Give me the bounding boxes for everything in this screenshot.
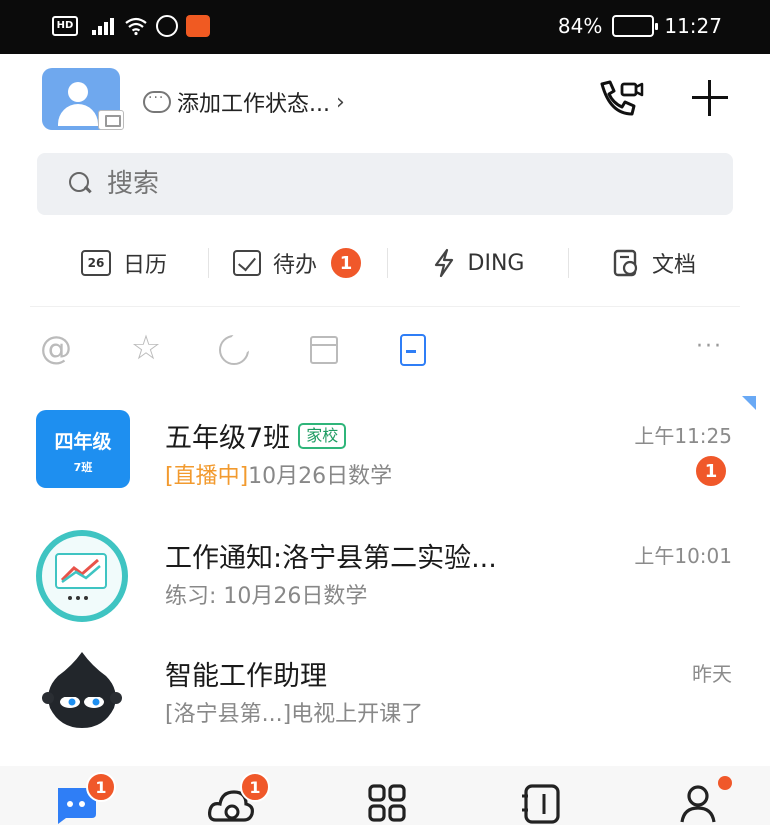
assistant-bot-avatar [42,652,122,728]
unread-badge: 1 [694,454,728,488]
work-status-link[interactable]: 添加工作状态... › [143,86,345,118]
chat-title: 工作通知:洛宁县第二实验... [165,536,497,575]
app-notification-icon [186,15,210,37]
desktop-online-icon [98,110,124,130]
add-plus-icon[interactable] [688,78,734,118]
chat-time: 上午11:25 [634,424,732,448]
quick-tools-row: 26 日历 待办 1 DING 文档 [40,236,740,290]
live-label: [直播中] [165,464,249,489]
home-school-tag: 家校 [298,422,347,449]
tab-me[interactable] [676,776,732,824]
chat-subtitle-text: 练习: 10月26日数学 [165,584,368,609]
class-avatar-line1: 四年级 [54,431,112,453]
chevron-right-icon: › [335,89,345,115]
tab-messages[interactable]: 1 [52,772,116,824]
calendar-icon: 26 [80,250,111,276]
search-bar[interactable] [37,153,733,215]
more-icon[interactable]: ··· [696,332,736,368]
chat-title: 智能工作助理 [165,654,327,693]
chat-title-text: 五年级7班 [165,423,291,454]
sync-icon [156,15,178,37]
signal-icon [86,16,116,36]
clock: 11:27 [664,14,722,38]
status-left-icons: HD [52,15,210,37]
chat-list-item[interactable]: 智能工作助理 [洛宁县第...]电视上开课了 昨天 [0,634,770,752]
video-call-icon[interactable] [596,78,644,118]
tool-calendar[interactable]: 26 日历 [40,236,208,290]
wifi-icon [125,17,147,36]
tab-workbench[interactable] [364,784,420,824]
section-divider [30,306,740,307]
document-icon [613,249,638,277]
chat-list-item[interactable]: 四年级 7班 五年级7班 家校 [直播中]10月26日数学 上午11:25 1 [0,398,770,516]
work-status-label: 添加工作状态... [177,92,330,117]
tab-docs[interactable]: 1 [206,772,270,824]
file-icon[interactable] [394,332,430,368]
hd-icon: HD [52,16,78,36]
chat-subtitle: [直播中]10月26日数学 [165,458,392,490]
battery-percent: 84% [557,14,603,38]
message-filter-row: @ ☆ ··· [36,326,742,372]
battery-icon [612,15,659,37]
later-moon-icon[interactable] [216,332,252,368]
chart-board-icon [55,553,107,600]
chat-title: 五年级7班 家校 [165,416,347,455]
chat-bubble-icon [143,90,171,113]
mention-at-icon[interactable]: @ [38,332,74,368]
tool-docs[interactable]: 文档 [569,236,739,290]
class-avatar: 四年级 7班 [36,410,130,488]
search-icon [69,172,93,196]
chat-list-item[interactable]: 工作通知:洛宁县第二实验... 练习: 10月26日数学 上午10:01 [0,516,770,634]
docs-badge: 1 [240,772,270,802]
work-notice-avatar [36,530,128,622]
apps-grid-icon [368,784,406,822]
ding-bolt-icon [434,248,453,278]
avatar-body [58,104,98,126]
address-book-icon [522,784,560,824]
tool-todo-label: 待办 [272,253,317,278]
profile-notification-dot [718,776,732,790]
tool-calendar-label: 日历 [122,253,167,278]
tool-docs-label: 文档 [651,253,696,278]
status-right: 84% 11:27 [558,14,722,38]
chat-subtitle: 练习: 10月26日数学 [165,578,367,610]
star-icon[interactable]: ☆ [128,331,164,368]
status-bar: HD 84% 11:27 [0,0,770,54]
search-input[interactable] [107,169,667,199]
chat-title-text: 智能工作助理 [165,661,327,692]
chat-time: 上午10:01 [634,544,732,568]
messages-badge: 1 [86,772,116,802]
todo-badge: 1 [329,246,363,280]
chat-time: 昨天 [692,662,732,686]
tool-ding[interactable]: DING [388,236,568,290]
todo-check-icon [232,250,261,276]
avatar-head [68,82,88,102]
chat-title-text: 工作通知:洛宁县第二实验... [165,543,497,574]
bottom-tab-bar: 1 1 [0,766,770,825]
archive-box-icon[interactable] [306,332,342,368]
profile-icon [680,785,716,823]
tab-contacts[interactable] [518,784,574,824]
tool-todo[interactable]: 待办 1 [209,236,387,290]
chat-subtitle: [洛宁县第...]电视上开课了 [165,696,423,728]
tool-ding-label: DING [467,250,525,276]
chat-subtitle-text: 10月26日数学 [248,464,393,489]
class-avatar-line2: 7班 [73,461,93,474]
chat-subtitle-text: [洛宁县第...]电视上开课了 [165,702,424,727]
